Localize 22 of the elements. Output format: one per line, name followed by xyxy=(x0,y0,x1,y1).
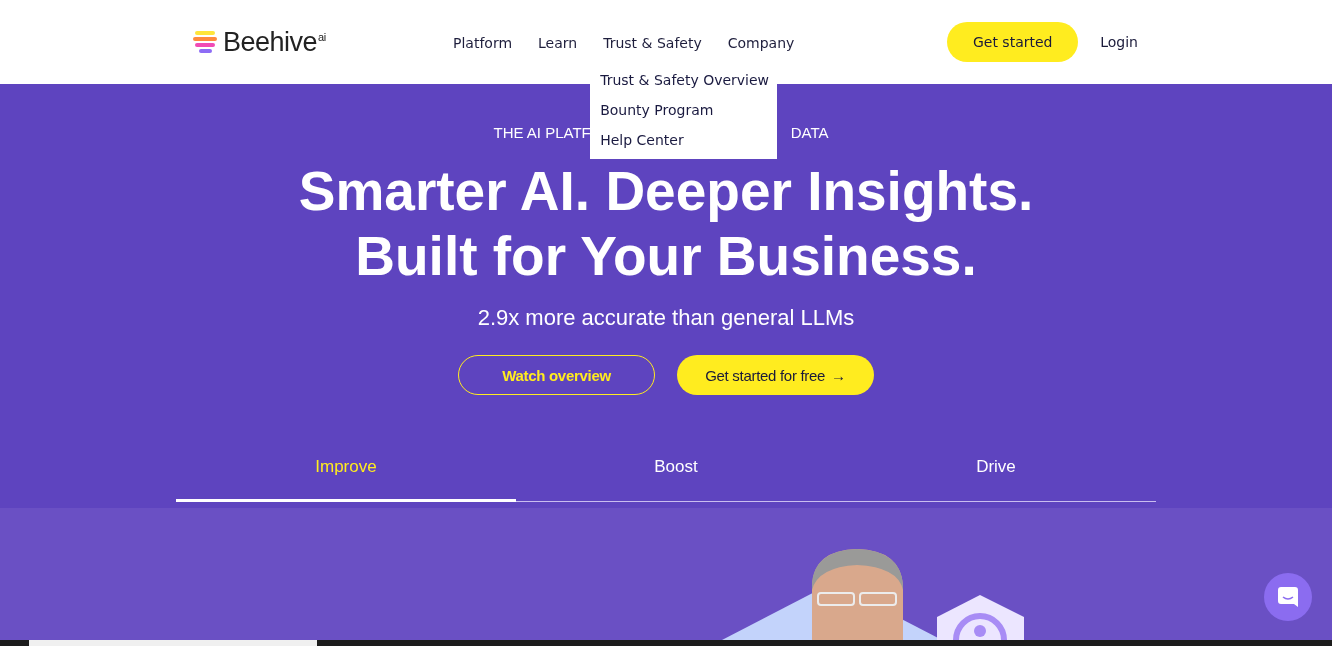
tab[interactable]: Drive xyxy=(836,457,1156,502)
logo-icon xyxy=(193,30,217,54)
eyebrow-text: THE AI PLATF xyxy=(493,124,591,141)
login-link[interactable]: Login xyxy=(1100,34,1138,50)
chat-icon xyxy=(1277,586,1299,608)
nav-link[interactable]: Trust & Safety xyxy=(603,34,702,51)
subtitle: 2.9x more accurate than general LLMs xyxy=(477,305,855,331)
dropdown-item[interactable]: Help Center xyxy=(590,124,778,155)
logo-text[interactable]: Beehive$^{ai}$ xyxy=(223,26,326,58)
nav-link[interactable]: Learn xyxy=(538,34,578,51)
headline: Built for Your Business. xyxy=(355,224,977,289)
get-started-button[interactable]: Get started xyxy=(947,22,1079,62)
get-started-free-button[interactable]: Get started for free → xyxy=(677,355,874,395)
headline: Smarter AI. Deeper Insights. xyxy=(298,159,1034,224)
dropdown-item[interactable]: Trust & Safety Overview xyxy=(590,64,778,95)
dropdown-item[interactable]: Bounty Program xyxy=(590,94,778,125)
chat-button[interactable] xyxy=(1264,573,1312,621)
eyebrow-text: DATA xyxy=(790,124,829,141)
nav-link[interactable]: Platform xyxy=(453,34,513,51)
tab[interactable]: Boost xyxy=(516,457,836,502)
tab[interactable]: Improve xyxy=(176,457,516,502)
nav-link[interactable]: Company xyxy=(727,34,795,51)
